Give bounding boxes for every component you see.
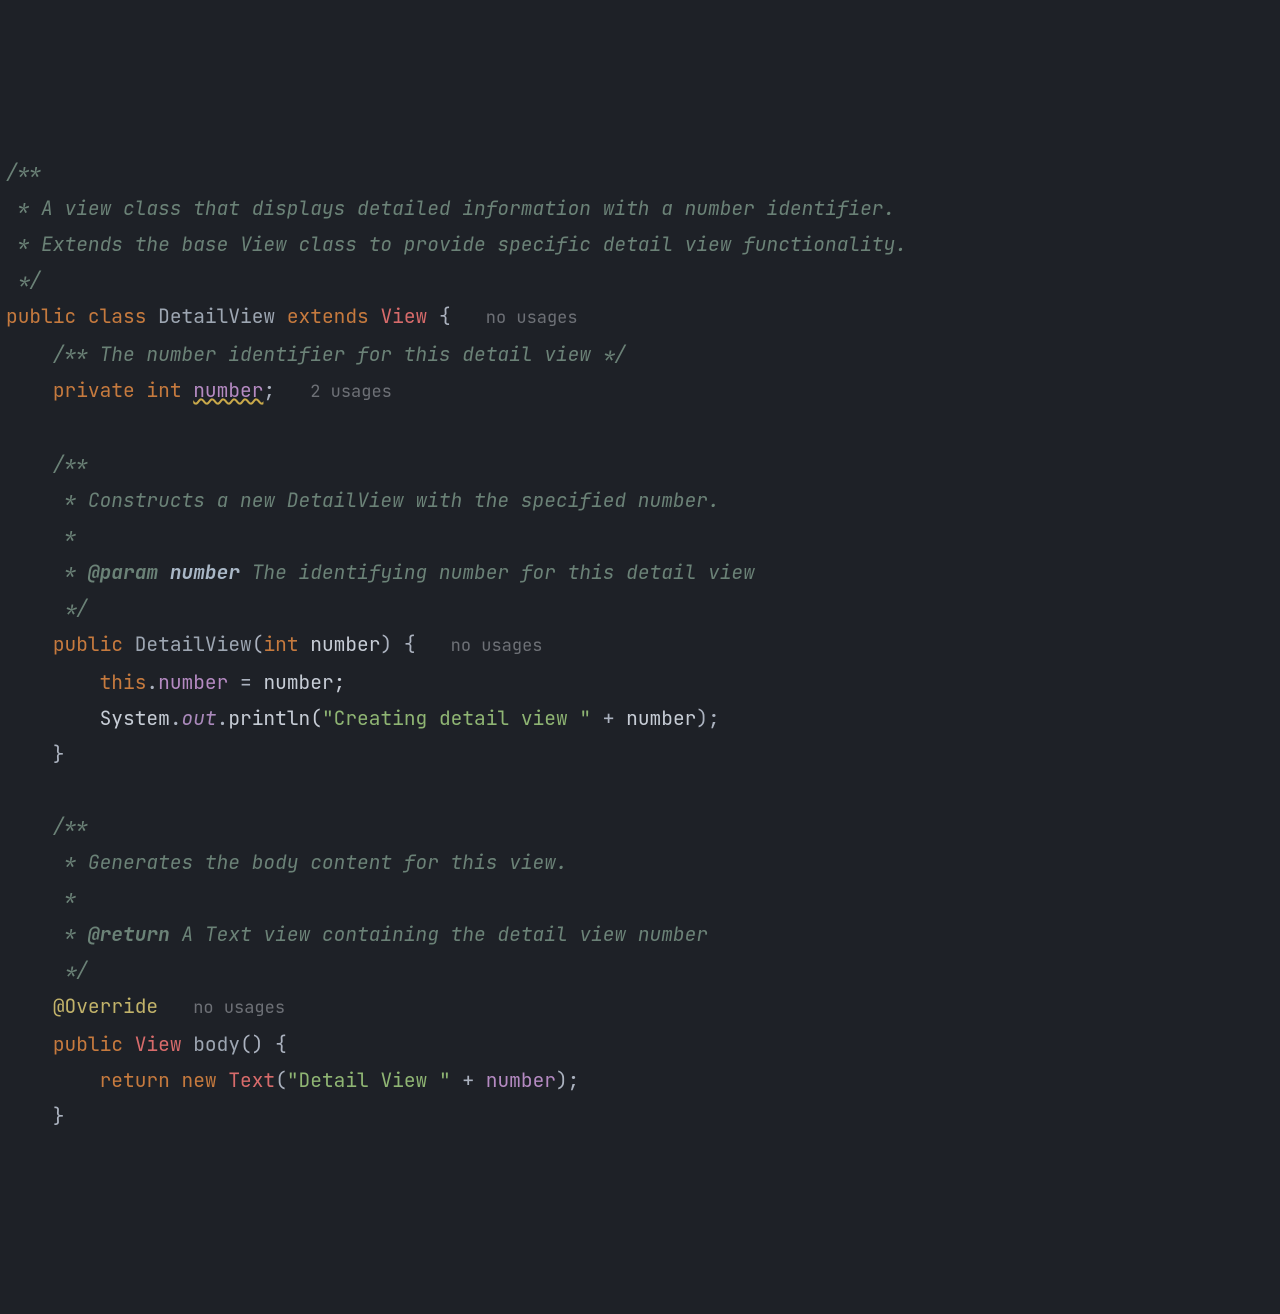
javadoc-tag-return: @return (88, 921, 170, 947)
javadoc-line: */ (6, 595, 88, 621)
javadoc-line: /** (6, 813, 88, 839)
field-number[interactable]: number (193, 377, 263, 403)
javadoc-line: */ (6, 267, 41, 293)
param-name: number (310, 631, 380, 657)
method-name[interactable]: body (193, 1031, 240, 1057)
keyword-public: public (53, 631, 123, 657)
superclass-name[interactable]: View (380, 303, 427, 329)
usages-hint[interactable]: 2 usages (310, 381, 392, 403)
paren-open: ( (252, 631, 264, 657)
usages-hint[interactable]: no usages (451, 635, 543, 657)
keyword-class: class (88, 303, 147, 329)
dot: . (217, 705, 229, 731)
brace-close: } (6, 1103, 65, 1129)
string-literal: "Creating detail view " (322, 705, 591, 731)
code-editor[interactable]: /** * A view class that displays detaile… (6, 154, 1274, 1134)
return-type[interactable]: View (135, 1031, 182, 1057)
variable-ref: number; (263, 669, 345, 695)
operator-plus: + (451, 1067, 486, 1093)
javadoc-line: * A view class that displays detailed in… (6, 195, 895, 221)
keyword-public: public (53, 1031, 123, 1057)
semicolon: ; (263, 377, 275, 403)
usages-hint[interactable]: no usages (193, 997, 285, 1019)
brace-close: } (6, 741, 65, 767)
javadoc-line: /** The number identifier for this detai… (6, 341, 626, 367)
paren-close-brace: ) { (380, 631, 415, 657)
brace: { (427, 303, 450, 329)
class-name[interactable]: DetailView (158, 303, 275, 329)
dot: . (146, 669, 158, 695)
javadoc-text: The identifying number for this detail v… (240, 559, 755, 585)
keyword-new: new (182, 1067, 217, 1093)
javadoc-star: * (6, 559, 88, 585)
paren-close-semi: ); (696, 705, 719, 731)
field-ref[interactable]: number (158, 669, 228, 695)
javadoc-text: A Text view containing the detail view n… (170, 921, 708, 947)
keyword-this: this (100, 669, 147, 695)
javadoc-line: * Generates the body content for this vi… (6, 849, 568, 875)
javadoc-param-name: number (170, 559, 240, 585)
javadoc-line: * Extends the base View class to provide… (6, 231, 907, 257)
annotation-override[interactable]: @Override (53, 993, 158, 1019)
paren-open: ( (275, 1067, 287, 1093)
javadoc-line: * (6, 885, 76, 911)
keyword-public: public (6, 303, 76, 329)
dot: . (170, 705, 182, 731)
javadoc-line: * Constructs a new DetailView with the s… (6, 487, 720, 513)
javadoc-line: */ (6, 957, 88, 983)
keyword-int: int (146, 377, 181, 403)
string-literal: "Detail View " (287, 1067, 451, 1093)
keyword-private: private (53, 377, 135, 403)
paren-close-semi: ); (556, 1067, 579, 1093)
javadoc-line: /** (6, 159, 41, 185)
operator-plus: + (591, 705, 626, 731)
method-call-println[interactable]: println( (228, 705, 322, 731)
variable-ref: number (626, 705, 696, 731)
parens-brace: () { (240, 1031, 287, 1057)
usages-hint[interactable]: no usages (486, 307, 578, 329)
operator-eq: = (228, 669, 263, 695)
keyword-int: int (263, 631, 298, 657)
keyword-return: return (100, 1067, 170, 1093)
javadoc-line: * (6, 523, 76, 549)
class-ref-system[interactable]: System (100, 705, 170, 731)
javadoc-star: * (6, 921, 88, 947)
keyword-extends: extends (287, 303, 369, 329)
constructor-name[interactable]: DetailView (135, 631, 252, 657)
javadoc-tag-param: @param (88, 559, 158, 585)
class-ref-text[interactable]: Text (228, 1067, 275, 1093)
field-ref[interactable]: number (486, 1067, 556, 1093)
static-field-out[interactable]: out (182, 705, 217, 731)
javadoc-line: /** (6, 451, 88, 477)
